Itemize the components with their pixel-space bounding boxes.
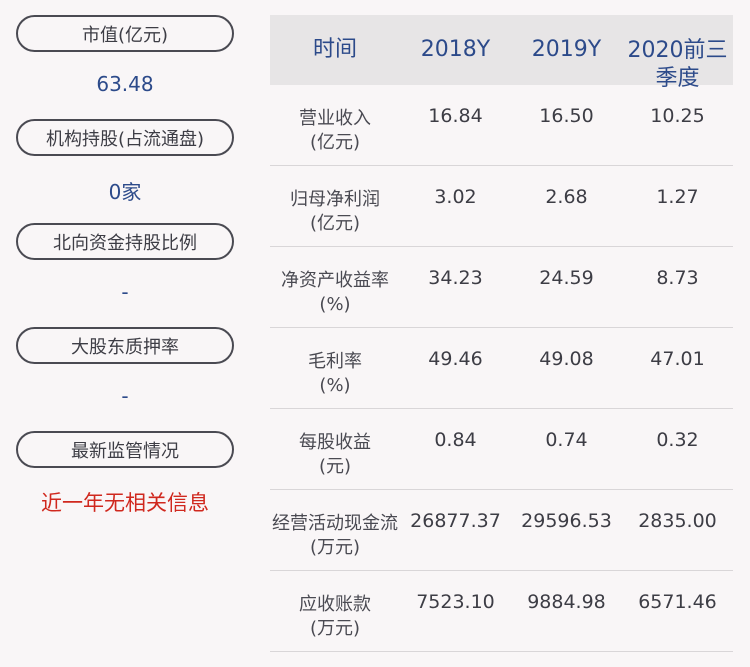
market-cap-label: 市值(亿元) [16,15,234,52]
regulatory-status-value: 近一年无相关信息 [41,491,209,515]
row-label: 营业收入 (亿元) [270,85,400,155]
cell-2018: 3.02 [434,186,477,208]
table-header: 时间 2018Y 2019Y 2020前三季度 [270,15,733,91]
table-row: 净资产收益率 (%) 34.23 24.59 8.73 [270,247,733,328]
metric-name: 每股收益 [299,432,371,453]
metric-name: 营业收入 [299,108,371,129]
cell-2020: 47.01 [650,348,705,370]
cell-2018: 0.84 [434,429,477,451]
stock-summary-card: 市值(亿元) 63.48 机构持股(占流通盘) 0家 北向资金持股比例 - 大股… [0,0,750,667]
cell-2020: 10.25 [650,105,705,127]
metric-unit: (%) [319,294,351,315]
table-row: 归母净利润 (亿元) 3.02 2.68 1.27 [270,166,733,247]
metric-name: 净资产收益率 [281,270,389,291]
header-2020-q3: 2020前三季度 [627,38,728,91]
cell-2019: 9884.98 [527,591,606,613]
financial-table: 时间 2018Y 2019Y 2020前三季度 营业收入 (亿元) 16.84 … [270,15,733,652]
row-label: 经营活动现金流 (万元) [270,490,400,560]
row-label: 每股收益 (元) [270,409,400,479]
cell-2018: 34.23 [428,267,483,289]
table-row: 毛利率 (%) 49.46 49.08 47.01 [270,328,733,409]
row-label: 毛利率 (%) [270,328,400,398]
row-label: 净资产收益率 (%) [270,247,400,317]
table-row: 应收账款 (万元) 7523.10 9884.98 6571.46 [270,571,733,652]
metric-unit: (%) [319,375,351,396]
metric-unit: (万元) [309,618,361,639]
row-label: 归母净利润 (亿元) [270,166,400,236]
cell-2018: 49.46 [428,348,483,370]
institution-holding-value: 0家 [108,180,142,204]
cell-2018: 7523.10 [416,591,495,613]
cell-2020: 0.32 [656,429,699,451]
header-2018: 2018Y [420,37,491,62]
cell-2019: 2.68 [545,186,588,208]
table-row: 营业收入 (亿元) 16.84 16.50 10.25 [270,85,733,166]
market-cap-value: 63.48 [96,72,154,96]
header-period: 时间 [312,37,357,62]
metric-name: 归母净利润 [290,189,380,210]
metric-name: 应收账款 [299,594,371,615]
northbound-holding-label: 北向资金持股比例 [16,223,234,260]
table-row: 经营活动现金流 (万元) 26877.37 29596.53 2835.00 [270,490,733,571]
pledge-ratio-label: 大股东质押率 [16,327,234,364]
cell-2019: 49.08 [539,348,594,370]
cell-2019: 29596.53 [521,510,612,532]
metric-unit: (元) [318,456,352,477]
cell-2020: 2835.00 [638,510,717,532]
northbound-holding-value: - [121,280,129,304]
cell-2018: 26877.37 [410,510,501,532]
table-row: 每股收益 (元) 0.84 0.74 0.32 [270,409,733,490]
cell-2020: 8.73 [656,267,699,289]
cell-2019: 16.50 [539,105,594,127]
metric-name: 毛利率 [308,351,362,372]
header-2019: 2019Y [531,37,602,62]
cell-2020: 1.27 [656,186,699,208]
metric-unit: (亿元) [309,132,361,153]
metric-name: 经营活动现金流 [272,513,398,534]
row-label: 应收账款 (万元) [270,571,400,641]
pledge-ratio-value: - [121,384,129,408]
cell-2020: 6571.46 [638,591,717,613]
metric-unit: (万元) [309,537,361,558]
cell-2018: 16.84 [428,105,483,127]
cell-2019: 24.59 [539,267,594,289]
regulatory-status-label: 最新监管情况 [16,431,234,468]
institution-holding-label: 机构持股(占流通盘) [16,119,234,156]
metric-unit: (亿元) [309,213,361,234]
cell-2019: 0.74 [545,429,588,451]
